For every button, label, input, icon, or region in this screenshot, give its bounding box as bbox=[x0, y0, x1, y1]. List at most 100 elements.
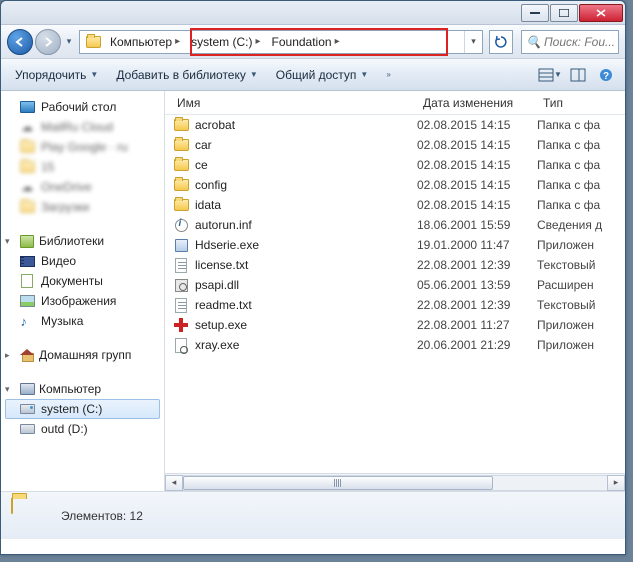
addlib-button[interactable]: Добавить в библиотеку▼ bbox=[108, 64, 265, 86]
maximize-button[interactable] bbox=[550, 4, 578, 22]
sidebar-head-libraries[interactable]: ▾Библиотеки bbox=[1, 231, 164, 251]
file-date: 22.08.2001 12:39 bbox=[417, 298, 537, 312]
status-text: Элементов: 12 bbox=[61, 509, 143, 523]
chevron-down-icon: ▾ bbox=[5, 384, 15, 395]
address-dropdown[interactable]: ▾ bbox=[464, 31, 482, 53]
address-bar[interactable]: Компьютер▸ system (C:)▸ Foundation▸ ▾ bbox=[79, 30, 483, 54]
file-row[interactable]: acrobat02.08.2015 14:15Папка с фа bbox=[165, 115, 625, 135]
file-row[interactable]: xray.exe20.06.2001 21:29Приложен bbox=[165, 335, 625, 355]
crumb-folder[interactable]: Foundation▸ bbox=[268, 31, 347, 53]
sidebar-item-label: Загрузки bbox=[41, 200, 89, 214]
file-date: 18.06.2001 15:59 bbox=[417, 218, 537, 232]
organize-button[interactable]: Упорядочить▼ bbox=[7, 64, 106, 86]
sidebar-item-drive-d[interactable]: outd (D:) bbox=[1, 419, 164, 439]
file-row[interactable]: ce02.08.2015 14:15Папка с фа bbox=[165, 155, 625, 175]
crumb-label: Foundation bbox=[272, 35, 332, 49]
folder-icon bbox=[19, 199, 35, 215]
sidebar-item-drive-c[interactable]: system (C:) bbox=[5, 399, 160, 419]
file-row[interactable]: config02.08.2015 14:15Папка с фа bbox=[165, 175, 625, 195]
file-name: xray.exe bbox=[195, 338, 417, 352]
forward-button[interactable] bbox=[35, 29, 61, 55]
sidebar-item[interactable]: ☁MailRu Cloud bbox=[1, 117, 164, 137]
column-date[interactable]: Дата изменения bbox=[417, 91, 537, 114]
explorer-window: ▾ Компьютер▸ system (C:)▸ Foundation▸ ▾ … bbox=[0, 0, 626, 555]
close-button[interactable] bbox=[579, 4, 623, 22]
minimize-button[interactable] bbox=[521, 4, 549, 22]
chevron-right-icon: » bbox=[386, 70, 390, 79]
scroll-track[interactable] bbox=[183, 475, 607, 491]
sidebar-item-documents[interactable]: Документы bbox=[1, 271, 164, 291]
sidebar-head-homegroup[interactable]: ▸Домашняя групп bbox=[1, 345, 164, 365]
image-icon bbox=[19, 293, 35, 309]
file-row[interactable]: readme.txt22.08.2001 12:39Текстовый bbox=[165, 295, 625, 315]
file-row[interactable]: psapi.dll05.06.2001 13:59Расширен bbox=[165, 275, 625, 295]
more-button[interactable]: » bbox=[378, 66, 398, 83]
sidebar-item[interactable]: Загрузки bbox=[1, 197, 164, 217]
history-dropdown[interactable]: ▾ bbox=[63, 32, 75, 52]
file-name: ce bbox=[195, 158, 417, 172]
share-button[interactable]: Общий доступ▼ bbox=[268, 64, 377, 86]
chevron-down-icon: ▼ bbox=[90, 70, 98, 79]
file-name: Hdserie.exe bbox=[195, 238, 417, 252]
sidebar-item-video[interactable]: Видео bbox=[1, 251, 164, 271]
column-type[interactable]: Тип bbox=[537, 91, 625, 114]
svg-text:?: ? bbox=[603, 71, 609, 82]
help-button[interactable]: ? bbox=[593, 64, 619, 86]
file-type: Приложен bbox=[537, 238, 594, 252]
file-row[interactable]: license.txt22.08.2001 12:39Текстовый bbox=[165, 255, 625, 275]
file-list: acrobat02.08.2015 14:15Папка с фаcar02.0… bbox=[165, 115, 625, 473]
scroll-left-button[interactable]: ◂ bbox=[165, 475, 183, 491]
file-row[interactable]: autorun.inf18.06.2001 15:59Сведения д bbox=[165, 215, 625, 235]
view-button[interactable]: ▼ bbox=[537, 64, 563, 86]
file-name: autorun.inf bbox=[195, 218, 417, 232]
folder-icon bbox=[173, 197, 189, 213]
sidebar: Рабочий стол ☁MailRu Cloud Play Google ·… bbox=[1, 91, 165, 491]
preview-pane-button[interactable] bbox=[565, 64, 591, 86]
toolbtn-label: Общий доступ bbox=[276, 68, 357, 82]
sidebar-item-label: 15 bbox=[41, 160, 54, 174]
file-row[interactable]: setup.exe22.08.2001 11:27Приложен bbox=[165, 315, 625, 335]
sidebar-item-label: Изображения bbox=[41, 294, 116, 308]
sidebar-head-computer[interactable]: ▾Компьютер bbox=[1, 379, 164, 399]
scroll-right-button[interactable]: ▸ bbox=[607, 475, 625, 491]
file-name: acrobat bbox=[195, 118, 417, 132]
file-row[interactable]: Hdserie.exe19.01.2000 11:47Приложен bbox=[165, 235, 625, 255]
file-type: Папка с фа bbox=[537, 138, 600, 152]
titlebar[interactable] bbox=[1, 1, 625, 25]
search-input[interactable] bbox=[544, 35, 618, 49]
sidebar-item-music[interactable]: ♪Музыка bbox=[1, 311, 164, 331]
file-type: Расширен bbox=[537, 278, 594, 292]
crumb-label: system (C:) bbox=[191, 35, 252, 49]
file-type: Папка с фа bbox=[537, 158, 600, 172]
drive-icon bbox=[19, 401, 35, 417]
sidebar-item[interactable]: ☁OneDrive bbox=[1, 177, 164, 197]
file-name: license.txt bbox=[195, 258, 417, 272]
file-date: 05.06.2001 13:59 bbox=[417, 278, 537, 292]
folder-icon bbox=[19, 139, 35, 155]
file-row[interactable]: idata02.08.2015 14:15Папка с фа bbox=[165, 195, 625, 215]
sidebar-item[interactable]: 15 bbox=[1, 157, 164, 177]
column-label: Имя bbox=[177, 96, 200, 110]
refresh-button[interactable] bbox=[489, 30, 513, 54]
chevron-right-icon: ▸ bbox=[5, 350, 15, 361]
scroll-thumb[interactable] bbox=[183, 476, 493, 490]
file-name: idata bbox=[195, 198, 417, 212]
folder-icon bbox=[84, 33, 102, 51]
chevron-down-icon: ▾ bbox=[5, 236, 15, 247]
file-type: Сведения д bbox=[537, 218, 602, 232]
sidebar-item-desktop[interactable]: Рабочий стол bbox=[1, 97, 164, 117]
folder-icon bbox=[173, 157, 189, 173]
file-name: config bbox=[195, 178, 417, 192]
horizontal-scrollbar[interactable]: ◂ ▸ bbox=[165, 473, 625, 491]
crumb-label: Компьютер bbox=[110, 35, 172, 49]
column-name[interactable]: Имя bbox=[171, 91, 417, 114]
sidebar-item[interactable]: Play Google · ru bbox=[1, 137, 164, 157]
sidebar-item-label: system (C:) bbox=[41, 402, 102, 416]
file-row[interactable]: car02.08.2015 14:15Папка с фа bbox=[165, 135, 625, 155]
crumb-computer[interactable]: Компьютер▸ bbox=[106, 31, 187, 53]
sidebar-item-images[interactable]: Изображения bbox=[1, 291, 164, 311]
crumb-drive[interactable]: system (C:)▸ bbox=[187, 31, 267, 53]
search-box[interactable]: 🔍 bbox=[521, 30, 619, 54]
sidebar-item-label: Видео bbox=[41, 254, 76, 268]
back-button[interactable] bbox=[7, 29, 33, 55]
